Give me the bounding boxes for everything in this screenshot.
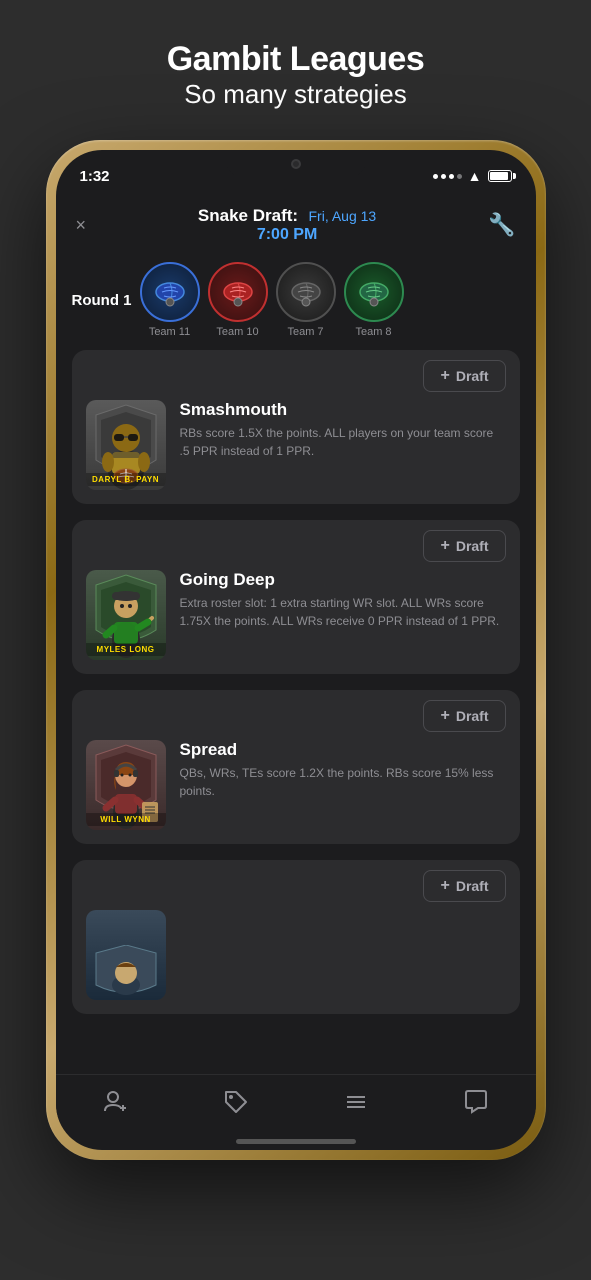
team-slot-11: Team 11	[140, 262, 200, 338]
team-11-label: Team 11	[149, 326, 190, 338]
status-icons: ▲	[433, 168, 512, 184]
team-slot-7: Team 7	[276, 262, 336, 338]
strategy-body-spread: Will Wynn Spread QBs, WRs, TEs score 1.2…	[72, 740, 520, 844]
football-icon-11	[152, 274, 188, 310]
camera	[291, 159, 301, 169]
team-avatar-10	[208, 262, 268, 322]
strategy-card-partial: + Draft	[72, 860, 520, 1014]
nav-item-chat[interactable]	[443, 1085, 509, 1119]
character-smashmouth: Daryl B. Payn	[86, 400, 166, 490]
plus-icon-1: +	[440, 367, 449, 385]
team-avatar-8	[344, 262, 404, 322]
app-content: × Snake Draft: Fri, Aug 13 7:00 PM 🔧 Rou…	[56, 194, 536, 1150]
partial-character-art	[86, 945, 166, 1000]
strategy-body-smashmouth: Daryl B. Payn Smashmouth RBs score 1.5X …	[72, 400, 520, 504]
team-avatar-11	[140, 262, 200, 322]
strategy-card-going-deep: + Draft	[72, 520, 520, 674]
draft-btn-row-1: + Draft	[72, 350, 520, 400]
wifi-icon: ▲	[468, 168, 482, 184]
settings-button[interactable]: 🔧	[488, 212, 515, 238]
going-deep-name-badge: Myles Long	[86, 643, 166, 656]
round-label: Round 1	[72, 292, 132, 309]
draft-btn-row-3: + Draft	[72, 690, 520, 740]
team-avatar-7	[276, 262, 336, 322]
team-slot-8: Team 8	[344, 262, 404, 338]
notch	[226, 150, 366, 178]
spread-name-badge: Will Wynn	[86, 813, 166, 826]
page-title: Gambit Leagues	[167, 40, 425, 79]
bottom-nav	[56, 1074, 536, 1139]
strategy-card-smashmouth: + Draft	[72, 350, 520, 504]
strategy-name-going-deep: Going Deep	[180, 570, 506, 590]
page-subtitle: So many strategies	[167, 79, 425, 110]
tag-icon	[223, 1089, 249, 1115]
strategy-info-smashmouth: Smashmouth RBs score 1.5X the points. AL…	[180, 400, 506, 460]
strategy-body-partial	[72, 910, 520, 1014]
draft-date: Fri, Aug 13	[309, 208, 377, 224]
page-header: Gambit Leagues So many strategies	[167, 40, 425, 110]
draft-title-area: Snake Draft: Fri, Aug 13 7:00 PM	[198, 206, 376, 244]
draft-button-smashmouth[interactable]: + Draft	[423, 360, 505, 392]
draft-button-going-deep[interactable]: + Draft	[423, 530, 505, 562]
character-partial	[86, 910, 166, 1000]
strategy-info-going-deep: Going Deep Extra roster slot: 1 extra st…	[180, 570, 506, 630]
draft-button-partial[interactable]: + Draft	[423, 870, 505, 902]
chat-icon	[463, 1089, 489, 1115]
strategy-card-spread: + Draft	[72, 690, 520, 844]
plus-icon-3: +	[440, 707, 449, 725]
draft-header: × Snake Draft: Fri, Aug 13 7:00 PM 🔧	[56, 194, 536, 254]
list-icon	[343, 1089, 369, 1115]
strategy-desc-going-deep: Extra roster slot: 1 extra starting WR s…	[180, 594, 506, 630]
nav-item-tag[interactable]	[203, 1085, 269, 1119]
football-icon-7	[288, 274, 324, 310]
round-row: Round 1 Team 11	[56, 254, 536, 350]
draft-time: 7:00 PM	[198, 226, 376, 244]
strategy-desc-spread: QBs, WRs, TEs score 1.2X the points. RBs…	[180, 764, 506, 800]
battery-icon	[488, 170, 512, 182]
close-button[interactable]: ×	[76, 215, 87, 236]
nav-item-add-user[interactable]	[83, 1085, 149, 1119]
phone-frame: 1:32 ▲ × Snake D	[46, 140, 546, 1160]
signal-icon	[433, 174, 462, 179]
home-indicator	[236, 1139, 356, 1144]
draft-title: Snake Draft: Fri, Aug 13	[198, 206, 376, 226]
team-10-label: Team 10	[216, 326, 258, 338]
draft-btn-row-2: + Draft	[72, 520, 520, 570]
strategy-name-spread: Spread	[180, 740, 506, 760]
team-8-label: Team 8	[355, 326, 391, 338]
strategy-name-smashmouth: Smashmouth	[180, 400, 506, 420]
football-icon-10	[220, 274, 256, 310]
football-icon-8	[356, 274, 392, 310]
character-spread: Will Wynn	[86, 740, 166, 830]
team-7-label: Team 7	[287, 326, 323, 338]
draft-btn-row-4: + Draft	[72, 860, 520, 910]
plus-icon-2: +	[440, 537, 449, 555]
strategies-list: + Draft	[56, 350, 536, 1074]
plus-icon-4: +	[440, 877, 449, 895]
status-time: 1:32	[80, 168, 110, 185]
add-user-icon	[103, 1089, 129, 1115]
smashmouth-name-badge: Daryl B. Payn	[86, 473, 166, 486]
strategy-desc-smashmouth: RBs score 1.5X the points. ALL players o…	[180, 424, 506, 460]
team-slot-10: Team 10	[208, 262, 268, 338]
strategy-info-spread: Spread QBs, WRs, TEs score 1.2X the poin…	[180, 740, 506, 800]
draft-button-spread[interactable]: + Draft	[423, 700, 505, 732]
phone-screen: 1:32 ▲ × Snake D	[56, 150, 536, 1150]
nav-item-list[interactable]	[323, 1085, 389, 1119]
character-going-deep: Myles Long	[86, 570, 166, 660]
strategy-body-going-deep: Myles Long Going Deep Extra roster slot:…	[72, 570, 520, 674]
